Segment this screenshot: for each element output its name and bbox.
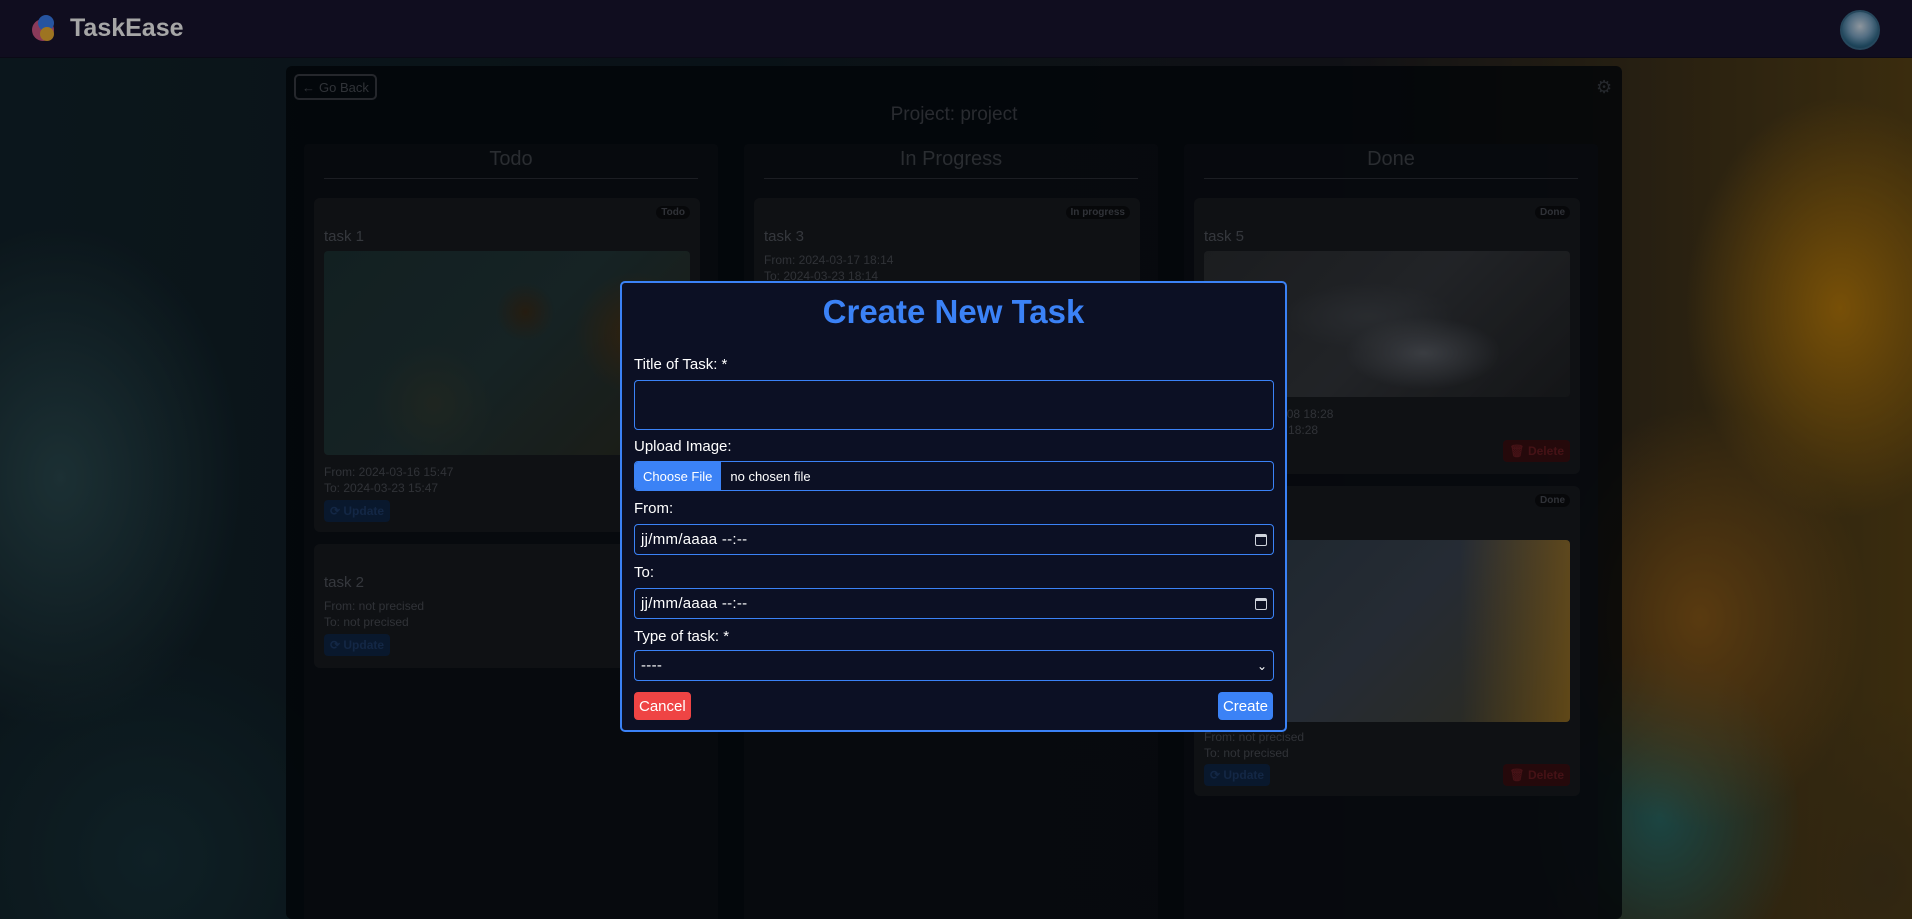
- type-label: Type of task: *: [634, 628, 730, 645]
- choose-file-button[interactable]: Choose File: [635, 462, 722, 490]
- to-value: jj/mm/aaaa --:--: [641, 595, 748, 612]
- to-label: To:: [634, 564, 655, 581]
- create-task-modal: Create New Task Title of Task: * Upload …: [620, 281, 1287, 732]
- title-label: Title of Task: *: [634, 356, 728, 373]
- to-datetime-input[interactable]: jj/mm/aaaa --:--: [634, 588, 1274, 619]
- create-button[interactable]: Create: [1217, 692, 1273, 720]
- chevron-down-icon: ⌄: [1256, 658, 1267, 673]
- cancel-button[interactable]: Cancel: [634, 692, 691, 720]
- from-datetime-input[interactable]: jj/mm/aaaa --:--: [634, 524, 1274, 555]
- task-type-select[interactable]: ---- ⌄: [634, 650, 1274, 681]
- calendar-icon[interactable]: [1255, 533, 1267, 546]
- task-title-input[interactable]: [634, 380, 1274, 430]
- modal-title: Create New Task: [822, 293, 1085, 330]
- from-value: jj/mm/aaaa --:--: [641, 531, 748, 548]
- calendar-icon[interactable]: [1255, 597, 1267, 610]
- type-value: ----: [641, 657, 663, 674]
- file-input[interactable]: Choose File no chosen file: [634, 461, 1274, 491]
- from-label: From:: [634, 500, 674, 517]
- upload-label: Upload Image:: [634, 438, 732, 455]
- file-status: no chosen file: [730, 468, 811, 484]
